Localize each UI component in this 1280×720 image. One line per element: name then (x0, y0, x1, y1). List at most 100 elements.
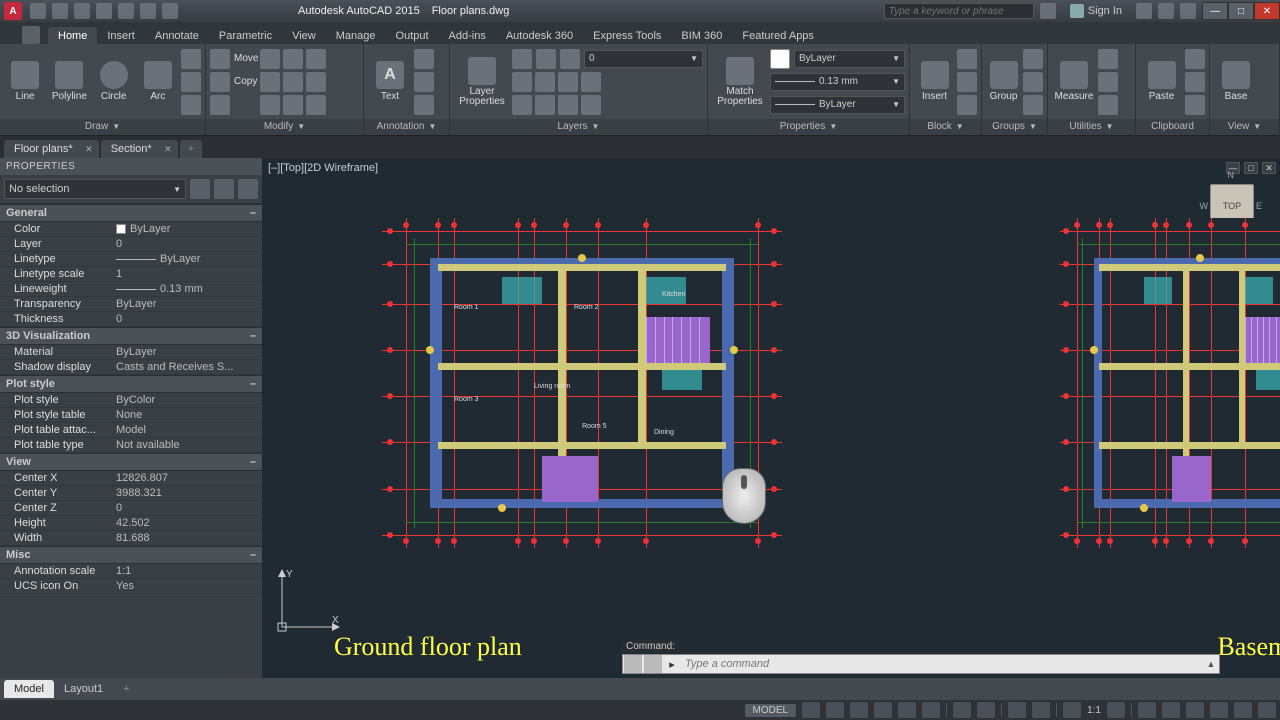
props-category[interactable]: 3D Visualization– (0, 327, 262, 345)
status-iso-icon[interactable] (1210, 702, 1228, 718)
drawing-canvas[interactable]: —□✕ [–][Top][2D Wireframe] N W TOP E S W… (262, 158, 1280, 678)
measure-button[interactable]: Measure (1052, 53, 1096, 111)
help-icon[interactable] (1180, 3, 1196, 19)
props-row[interactable]: LinetypeByLayer (0, 252, 262, 267)
layer-lock2-icon[interactable] (558, 95, 578, 115)
tab-manage[interactable]: Manage (326, 27, 386, 44)
copy-clip-icon[interactable] (1185, 72, 1205, 92)
layer-uniso-icon[interactable] (581, 72, 601, 92)
table-icon[interactable] (414, 95, 434, 115)
status-cycling-icon[interactable] (1008, 702, 1026, 718)
qat-saveas-icon[interactable] (96, 3, 112, 19)
props-row[interactable]: Layer0 (0, 237, 262, 252)
close-button[interactable]: ✕ (1254, 2, 1280, 20)
status-lw-icon[interactable] (953, 702, 971, 718)
viewport-close-icon[interactable]: ✕ (1262, 162, 1276, 174)
color-combo[interactable]: ByLayer▼ (794, 50, 905, 68)
erase-icon[interactable] (306, 49, 326, 69)
layout-tab-model[interactable]: Model (4, 680, 54, 698)
qat-save-icon[interactable] (74, 3, 90, 19)
leader-icon[interactable] (414, 72, 434, 92)
selection-combo[interactable]: No selection▼ (4, 179, 186, 199)
tab-home[interactable]: Home (48, 27, 97, 44)
match-properties-button[interactable]: MatchProperties (712, 53, 768, 111)
layer-properties-button[interactable]: LayerProperties (454, 53, 510, 111)
exchange-icon[interactable] (1136, 3, 1152, 19)
rotate-icon[interactable] (260, 49, 280, 69)
quick-select-icon[interactable] (190, 179, 210, 199)
line-button[interactable]: Line (4, 53, 46, 111)
select-objects-icon[interactable] (238, 179, 258, 199)
props-row[interactable]: MaterialByLayer (0, 345, 262, 360)
trim-icon[interactable] (283, 49, 303, 69)
tab-insert[interactable]: Insert (97, 27, 145, 44)
file-tab-floorplans[interactable]: Floor plans*✕ (4, 140, 99, 158)
status-scale[interactable]: 1:1 (1087, 705, 1101, 716)
props-row[interactable]: Center Z0 (0, 501, 262, 516)
props-category[interactable]: Misc– (0, 546, 262, 564)
layer-on-icon[interactable] (512, 49, 532, 69)
group-edit-icon[interactable] (1023, 72, 1043, 92)
app-menu-icon[interactable] (22, 26, 40, 44)
layout-tab-new[interactable]: + (113, 680, 139, 698)
qat-plot-icon[interactable] (118, 3, 134, 19)
status-otrack-icon[interactable] (922, 702, 940, 718)
pickadd-icon[interactable] (214, 179, 234, 199)
qat-undo-icon[interactable] (140, 3, 156, 19)
linetype-combo[interactable]: ByLayer▼ (770, 96, 905, 114)
text-button[interactable]: AText (368, 53, 412, 111)
command-input[interactable] (681, 658, 1203, 670)
group-button[interactable]: Group (986, 53, 1021, 111)
close-icon[interactable]: ✕ (85, 144, 93, 155)
command-recent-icon[interactable] (644, 655, 662, 673)
layout-tab-layout1[interactable]: Layout1 (54, 680, 113, 698)
props-row[interactable]: Annotation scale1:1 (0, 564, 262, 579)
props-row[interactable]: Plot style tableNone (0, 408, 262, 423)
viewcube-n[interactable]: N (1199, 170, 1262, 180)
tab-view[interactable]: View (282, 27, 326, 44)
props-row[interactable]: Lineweight0.13 mm (0, 282, 262, 297)
status-model[interactable]: MODEL (745, 704, 797, 717)
status-clean-icon[interactable] (1234, 702, 1252, 718)
tab-a360[interactable]: Autodesk 360 (496, 27, 583, 44)
status-osnap-icon[interactable] (898, 702, 916, 718)
props-category[interactable]: General– (0, 204, 262, 222)
lineweight-combo[interactable]: 0.13 mm▼ (770, 73, 905, 91)
qat-redo-icon[interactable] (162, 3, 178, 19)
qat-open-icon[interactable] (52, 3, 68, 19)
ellipse-icon[interactable] (181, 72, 201, 92)
status-snap-icon[interactable] (826, 702, 844, 718)
attr-icon[interactable] (957, 95, 977, 115)
props-row[interactable]: Thickness0 (0, 312, 262, 327)
status-ann-icon[interactable] (1162, 702, 1180, 718)
panel-groups-title[interactable]: Groups (992, 119, 1025, 135)
viewport-label[interactable]: [–][Top][2D Wireframe] (268, 162, 378, 174)
panel-block-title[interactable]: Block (927, 119, 951, 135)
props-row[interactable]: UCS icon OnYes (0, 579, 262, 594)
props-row[interactable]: ColorByLayer (0, 222, 262, 237)
layer-prev-icon[interactable] (535, 72, 555, 92)
status-polar-icon[interactable] (874, 702, 892, 718)
props-row[interactable]: Shadow displayCasts and Receives S... (0, 360, 262, 375)
viewcube-w[interactable]: W (1199, 201, 1208, 211)
status-transp-icon[interactable] (977, 702, 995, 718)
paste-special-icon[interactable] (1185, 95, 1205, 115)
status-ortho-icon[interactable] (850, 702, 868, 718)
minimize-button[interactable]: — (1202, 2, 1228, 20)
props-row[interactable]: Width81.688 (0, 531, 262, 546)
layer-iso-icon[interactable] (558, 72, 578, 92)
stretch-icon[interactable] (210, 95, 230, 115)
props-row[interactable]: Center X12826.807 (0, 471, 262, 486)
tab-output[interactable]: Output (386, 27, 439, 44)
props-row[interactable]: Plot styleByColor (0, 393, 262, 408)
viewcube-e[interactable]: E (1256, 201, 1262, 211)
panel-utilities-title[interactable]: Utilities (1069, 119, 1101, 135)
create-block-icon[interactable] (957, 49, 977, 69)
offset-icon[interactable] (306, 95, 326, 115)
command-history-icon[interactable]: ▲ (1203, 659, 1219, 669)
props-row[interactable]: Center Y3988.321 (0, 486, 262, 501)
props-row[interactable]: Plot table attac...Model (0, 423, 262, 438)
layer-unlock-icon[interactable] (581, 95, 601, 115)
insert-button[interactable]: Insert (914, 53, 955, 111)
hatch-icon[interactable] (181, 95, 201, 115)
